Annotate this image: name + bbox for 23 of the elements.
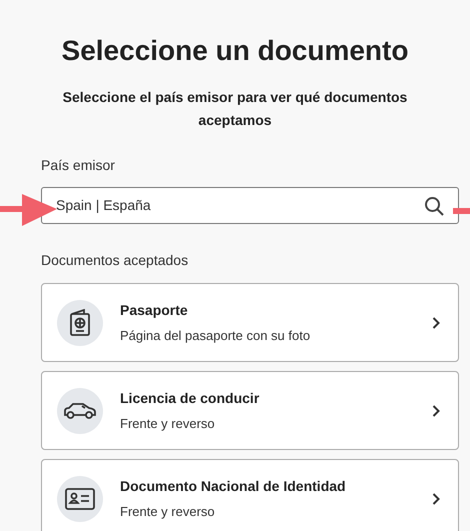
chevron-right-icon <box>432 492 440 504</box>
car-icon <box>63 402 97 420</box>
document-description: Frente y reverso <box>120 502 216 521</box>
document-option[interactable]: Licencia de conducir Frente y reverso <box>41 371 459 450</box>
section-label: Documentos aceptados <box>41 251 188 270</box>
chevron-right-icon <box>432 404 440 416</box>
search-icon[interactable] <box>424 196 444 216</box>
chevron-right-icon <box>432 316 440 328</box>
document-description: Frente y reverso <box>120 414 216 433</box>
document-title: Pasaporte <box>120 300 189 320</box>
document-option[interactable]: Documento Nacional de Identidad Frente y reverso <box>41 459 459 531</box>
id-card-icon <box>65 488 95 510</box>
document-option[interactable]: Pasaporte Página del pasaporte con su foto <box>41 283 459 362</box>
document-title: Documento Nacional de Identidad <box>120 476 347 496</box>
field-value: Spain | España <box>56 196 152 215</box>
passport-icon <box>69 308 91 336</box>
country-search-field[interactable]: Spain | España <box>41 187 459 224</box>
document-description: Página del pasaporte con su foto <box>120 326 312 345</box>
field-label: País emisor <box>41 156 115 175</box>
document-title: Licencia de conducir <box>120 388 260 408</box>
page-title: Seleccione un documento <box>60 34 410 68</box>
pointer-arrow <box>0 194 58 228</box>
subtitle: Seleccione el país emisor para ver qué documentos aceptamos <box>62 88 408 130</box>
